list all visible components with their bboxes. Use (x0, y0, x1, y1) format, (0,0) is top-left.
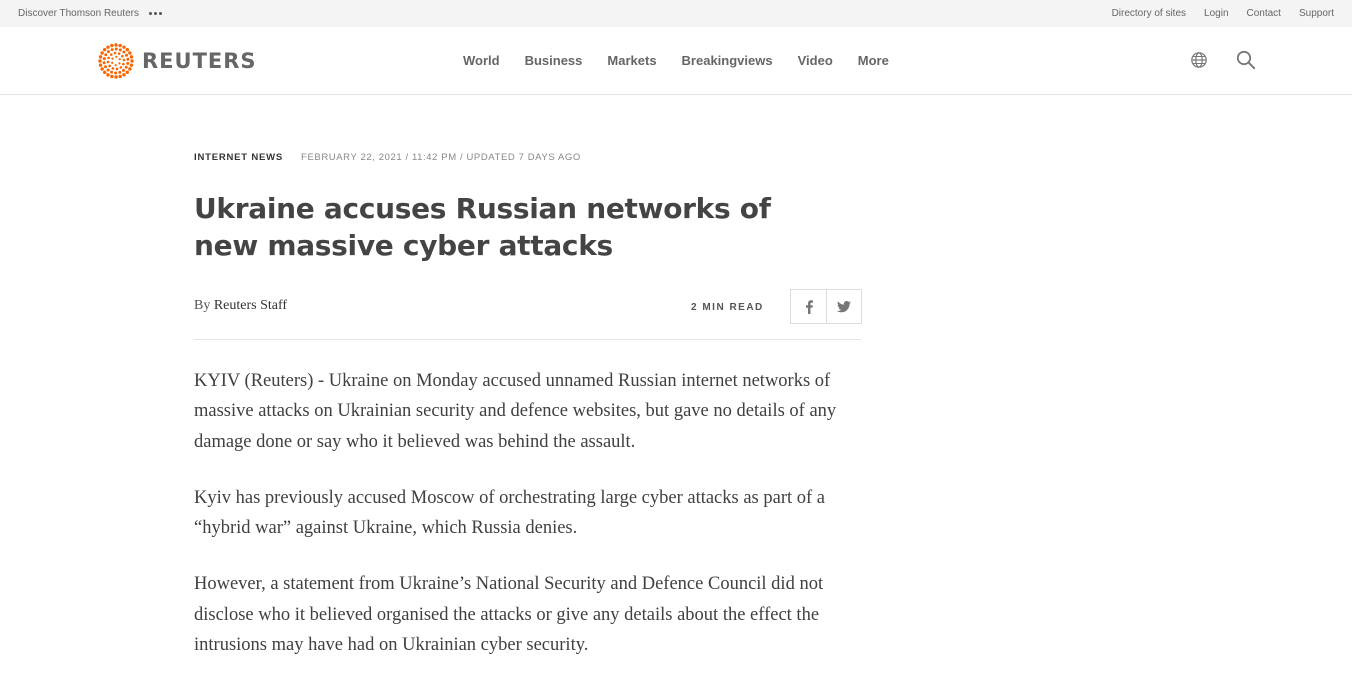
utility-links: Directory of sites Login Contact Support (1112, 0, 1334, 27)
header-icons (1190, 50, 1256, 70)
nav-item-breakingviews[interactable]: Breakingviews (682, 53, 773, 68)
nav-item-more[interactable]: More (858, 53, 889, 68)
dateline: February 22, 2021 / 11:42 PM / Updated 7… (301, 152, 581, 163)
article-paragraph: However, a statement from Ukraine’s Nati… (194, 574, 824, 656)
reuters-logo-icon (98, 43, 134, 79)
directory-of-sites-link[interactable]: Directory of sites (1112, 8, 1186, 19)
share-buttons (790, 289, 862, 324)
reuters-logo[interactable]: REUTERS (98, 43, 257, 79)
search-icon[interactable] (1236, 50, 1256, 70)
byline-prefix: By (194, 298, 211, 313)
nav-item-world[interactable]: World (463, 53, 500, 68)
nav-item-markets[interactable]: Markets (607, 53, 656, 68)
site-header: REUTERS World Business Markets Breakingv… (0, 27, 1352, 95)
article-paragraph: Kyiv has previously accused Moscow of or… (194, 487, 826, 539)
utility-bar: Discover Thomson Reuters Directory of si… (0, 0, 1352, 27)
nav-item-video[interactable]: Video (798, 53, 833, 68)
utility-left: Discover Thomson Reuters (18, 0, 162, 27)
byline-row: By Reuters Staff 2 Min Read (194, 289, 862, 340)
article-paragraph: KYIV (Reuters) - Ukraine on Monday accus… (194, 371, 837, 452)
contact-link[interactable]: Contact (1247, 8, 1281, 19)
byline: By Reuters Staff (194, 298, 287, 314)
headline: Ukraine accuses Russian networks of new … (194, 192, 771, 262)
article-body: KYIV (Reuters) - Ukraine on Monday accus… (194, 366, 861, 686)
article-meta: Internet News February 22, 2021 / 11:42 … (194, 152, 581, 163)
author-link[interactable]: Reuters Staff (214, 298, 287, 313)
read-time: 2 Min Read (691, 302, 764, 313)
facebook-icon (805, 299, 813, 314)
more-dots-icon[interactable] (148, 12, 162, 15)
globe-icon[interactable] (1190, 51, 1208, 69)
discover-link[interactable]: Discover Thomson Reuters (18, 8, 139, 19)
section-label[interactable]: Internet News (194, 152, 283, 163)
twitter-share-button[interactable] (826, 290, 861, 323)
twitter-icon (837, 300, 851, 312)
support-link[interactable]: Support (1299, 8, 1334, 19)
facebook-share-button[interactable] (791, 290, 826, 323)
logo-text: REUTERS (142, 49, 257, 73)
nav-item-business[interactable]: Business (525, 53, 583, 68)
main-nav: World Business Markets Breakingviews Vid… (463, 27, 889, 93)
login-link[interactable]: Login (1204, 8, 1228, 19)
